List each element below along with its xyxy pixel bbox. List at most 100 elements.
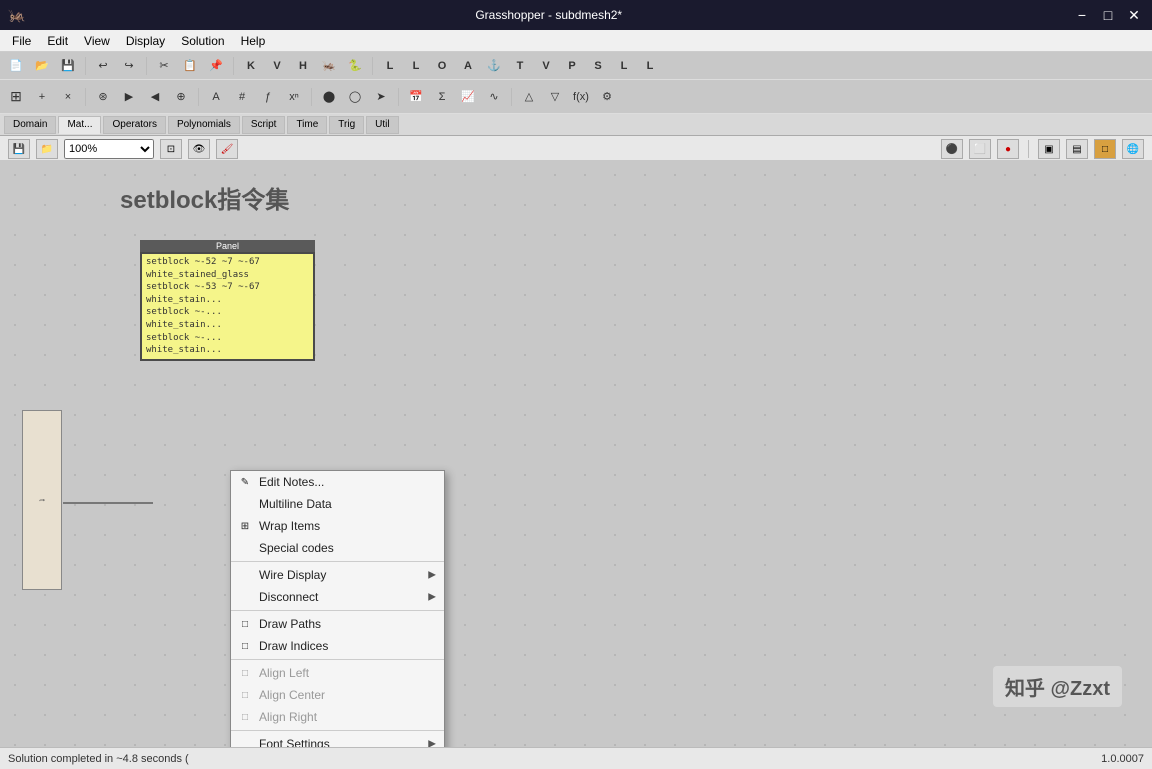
toolbar-xn[interactable]: xⁿ <box>282 86 306 108</box>
minimize-button[interactable]: − <box>1072 5 1092 25</box>
ctx-item-disconnect[interactable]: Disconnect▶ <box>231 586 444 608</box>
toolbar-btn-t[interactable]: T <box>508 55 532 77</box>
view-save-btn[interactable]: 💾 <box>8 139 30 159</box>
toolbar-btn-h[interactable]: H <box>291 55 315 77</box>
toolbar-cluster3[interactable]: ◀ <box>143 86 167 108</box>
toolbar-plus[interactable]: + <box>30 86 54 108</box>
comp-tab-mat[interactable]: Mat... <box>58 116 101 134</box>
zoom-fit-btn[interactable]: ⊡ <box>160 139 182 159</box>
comp-tab-trig[interactable]: Trig <box>329 116 364 134</box>
ctx-arrow-font-settings: ▶ <box>428 739 436 748</box>
menu-bar: FileEditViewDisplaySolutionHelp <box>0 30 1152 52</box>
ctx-arrow-wire-display: ▶ <box>428 570 436 581</box>
toolbar-btn-l2[interactable]: L <box>404 55 428 77</box>
toolbar-graph[interactable]: 📈 <box>456 86 480 108</box>
close-button[interactable]: ✕ <box>1124 5 1144 25</box>
ctx-item-special-codes[interactable]: Special codes <box>231 537 444 559</box>
toolbar-cluster2[interactable]: ▶ <box>117 86 141 108</box>
toolbar-btn-v[interactable]: V <box>265 55 289 77</box>
ctx-item-draw-indices[interactable]: □Draw Indices <box>231 635 444 657</box>
ctx-item-font-settings[interactable]: Font Settings ▶ <box>231 733 444 747</box>
view-sphere2-btn[interactable]: ⬜ <box>969 139 991 159</box>
node-line-2: white_stained_glass <box>146 269 309 282</box>
ctx-label-wrap-items: Wrap Items <box>259 519 320 533</box>
menu-item-view[interactable]: View <box>76 32 118 50</box>
ctx-item-wire-display[interactable]: Wire Display▶ <box>231 564 444 586</box>
toolbar-util[interactable]: ⚙ <box>595 86 619 108</box>
toolbar-xfn[interactable]: f(x) <box>569 86 593 108</box>
menu-item-display[interactable]: Display <box>118 32 173 50</box>
view-eye-btn[interactable]: 👁 <box>188 139 210 159</box>
ctx-item-align-center: □Align Center <box>231 684 444 706</box>
comp-tab-util[interactable]: Util <box>366 116 398 134</box>
toolbar-abc[interactable]: A <box>204 86 228 108</box>
status-message: Solution completed in ~4.8 seconds ( <box>8 753 189 765</box>
toolbar-date[interactable]: 📅 <box>404 86 428 108</box>
ctx-separator-sep2 <box>231 610 444 611</box>
toolbar-btn-l1[interactable]: L <box>378 55 402 77</box>
toolbar-grid[interactable]: ⊞ <box>4 86 28 108</box>
toolbar-cluster4[interactable]: ⊕ <box>169 86 193 108</box>
toolbar-wave[interactable]: ∿ <box>482 86 506 108</box>
view-mesh1-btn[interactable]: ▣ <box>1038 139 1060 159</box>
toolbar-arrow[interactable]: ➤ <box>369 86 393 108</box>
ctx-item-align-left: □Align Left <box>231 662 444 684</box>
node-block[interactable]: Panel setblock ~-52 ~7 ~-67 white_staine… <box>140 240 315 361</box>
view-mesh2-btn[interactable]: ▤ <box>1066 139 1088 159</box>
toolbar-new[interactable]: 📄 <box>4 55 28 77</box>
toolbar-sphere[interactable]: ⬤ <box>317 86 341 108</box>
toolbar-paste[interactable]: 📌 <box>204 55 228 77</box>
toolbar-btn-anchor[interactable]: ⚓ <box>482 55 506 77</box>
menu-item-edit[interactable]: Edit <box>39 32 76 50</box>
ctx-item-edit-notes[interactable]: ✎Edit Notes... <box>231 471 444 493</box>
toolbar-btn-o[interactable]: O <box>430 55 454 77</box>
view-globe-btn[interactable]: 🌐 <box>1122 139 1144 159</box>
toolbar-btn-p[interactable]: P <box>560 55 584 77</box>
toolbar-tri1[interactable]: △ <box>517 86 541 108</box>
view-sphere1-btn[interactable]: ⚫ <box>941 139 963 159</box>
toolbar-tri2[interactable]: ▽ <box>543 86 567 108</box>
comp-tab-operators[interactable]: Operators <box>103 116 165 134</box>
comp-tab-domain[interactable]: Domain <box>4 116 56 134</box>
ctx-item-wrap-items[interactable]: ⊞ Wrap Items <box>231 515 444 537</box>
node-line-1: setblock ~-52 ~7 ~-67 <box>146 256 309 269</box>
toolbar-save[interactable]: 💾 <box>56 55 80 77</box>
comp-tab-time[interactable]: Time <box>287 116 327 134</box>
menu-item-file[interactable]: File <box>4 32 39 50</box>
canvas-label: setblock指令集 <box>120 180 289 215</box>
view-shaded-btn[interactable]: □ <box>1094 139 1116 159</box>
toolbar-open[interactable]: 📂 <box>30 55 54 77</box>
comp-tab-polynomials[interactable]: Polynomials <box>168 116 240 134</box>
menu-item-help[interactable]: Help <box>233 32 274 50</box>
maximize-button[interactable]: □ <box>1098 5 1118 25</box>
toolbar-btn-v2[interactable]: V <box>534 55 558 77</box>
toolbar-redo[interactable]: ↪ <box>117 55 141 77</box>
toolbar-btn-a[interactable]: A <box>456 55 480 77</box>
toolbar-undo[interactable]: ↩ <box>91 55 115 77</box>
toolbar-cluster[interactable]: ⊛ <box>91 86 115 108</box>
toolbar-sigma[interactable]: Σ <box>430 86 454 108</box>
toolbar-cut[interactable]: ✂ <box>152 55 176 77</box>
ctx-item-draw-paths[interactable]: □Draw Paths <box>231 613 444 635</box>
toolbar-btn-s[interactable]: S <box>586 55 610 77</box>
ctx-label-font-settings: Font Settings <box>259 737 330 747</box>
zoom-select[interactable]: 25% 50% 75% 100% 150% 200% <box>64 139 154 159</box>
ctx-icon-wrap-items: ⊞ <box>237 518 253 534</box>
menu-item-solution[interactable]: Solution <box>173 32 232 50</box>
toolbar-ring[interactable]: ◯ <box>343 86 367 108</box>
view-paint-btn[interactable]: 🖌 <box>216 139 238 159</box>
toolbar-btn-ll2[interactable]: L <box>638 55 662 77</box>
toolbar-btn-py[interactable]: 🐍 <box>343 55 367 77</box>
toolbar-num[interactable]: # <box>230 86 254 108</box>
toolbar-btn-ll1[interactable]: L <box>612 55 636 77</box>
toolbar-fn[interactable]: ƒ <box>256 86 280 108</box>
toolbar-btn-gh[interactable]: 🦗 <box>317 55 341 77</box>
comp-tab-script[interactable]: Script <box>242 116 286 134</box>
view-open-btn[interactable]: 📁 <box>36 139 58 159</box>
view-red-btn[interactable]: ● <box>997 139 1019 159</box>
toolbar-copy[interactable]: 📋 <box>178 55 202 77</box>
toolbar-minus-x[interactable]: × <box>56 86 80 108</box>
canvas-area[interactable]: setblock指令集 t Panel setblock ~-52 ~7 ~-6… <box>0 160 1152 747</box>
toolbar-btn-k[interactable]: K <box>239 55 263 77</box>
ctx-item-multiline-data[interactable]: Multiline Data <box>231 493 444 515</box>
